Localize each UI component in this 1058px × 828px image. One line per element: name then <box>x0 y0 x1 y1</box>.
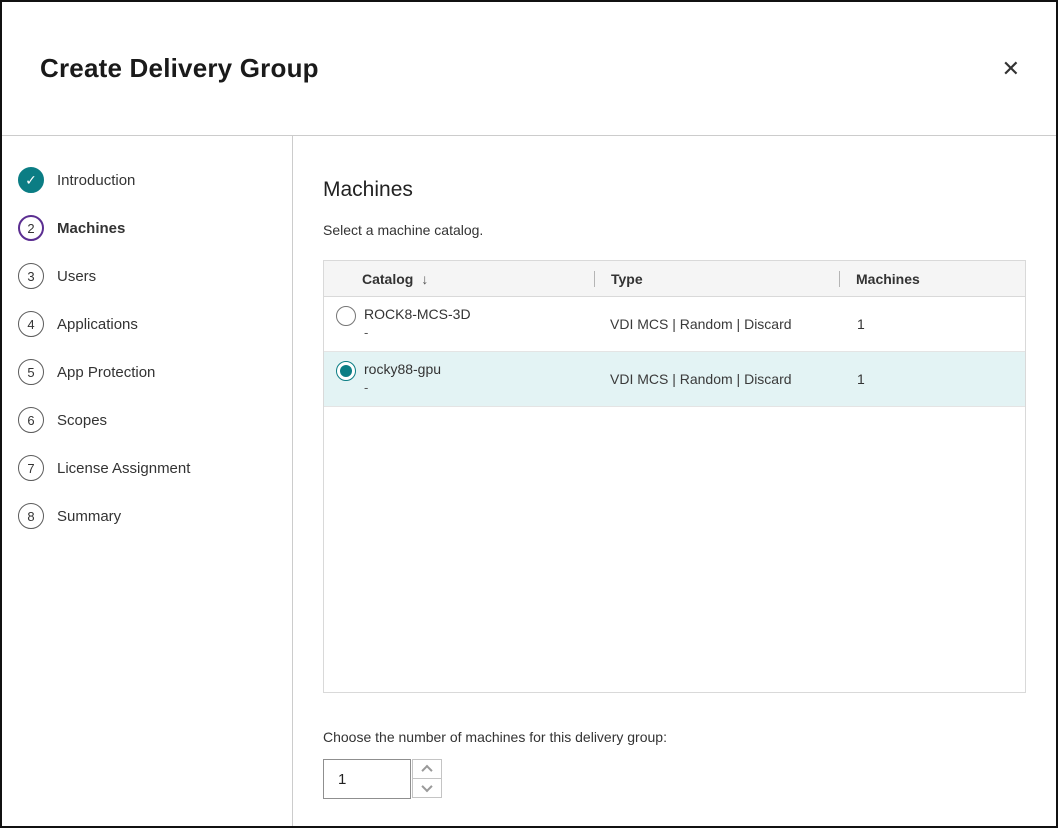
catalog-type-cell: VDI MCS | Random | Discard <box>594 352 839 406</box>
step-label: Summary <box>57 508 121 525</box>
catalog-detail: - <box>364 324 471 342</box>
step-label: License Assignment <box>57 460 190 477</box>
column-label: Machines <box>856 271 920 287</box>
step-label: Users <box>57 268 96 285</box>
step-app-protection[interactable]: 5 App Protection <box>18 348 292 396</box>
machines-panel: Machines Select a machine catalog. Catal… <box>293 136 1056 826</box>
step-license-assignment[interactable]: 7 License Assignment <box>18 444 292 492</box>
column-header-type: Type <box>594 261 839 296</box>
chevron-up-icon <box>421 765 432 776</box>
sort-descending-icon: ↓ <box>421 271 428 287</box>
step-number: 3 <box>18 263 44 289</box>
table-row-rocky88-gpu[interactable]: rocky88-gpu - VDI MCS | Random | Discard… <box>324 352 1025 407</box>
step-machines[interactable]: 2 Machines <box>18 204 292 252</box>
instruction-text: Select a machine catalog. <box>323 222 1026 238</box>
catalog-cell: ROCK8-MCS-3D - <box>324 297 594 351</box>
machine-count-section: Choose the number of machines for this d… <box>323 729 1026 799</box>
close-button[interactable]: ✕ <box>996 52 1026 86</box>
step-completed-check-icon: ✓ <box>18 167 44 193</box>
step-label: Scopes <box>57 412 107 429</box>
step-label: Machines <box>57 220 125 237</box>
step-number: 4 <box>18 311 44 337</box>
dialog-body: ✓ Introduction 2 Machines 3 Users 4 Appl… <box>2 136 1056 826</box>
step-applications[interactable]: 4 Applications <box>18 300 292 348</box>
step-number: 6 <box>18 407 44 433</box>
catalog-type-cell: VDI MCS | Random | Discard <box>594 297 839 351</box>
table-empty-area <box>324 407 1025 692</box>
step-number: 2 <box>18 215 44 241</box>
machine-count-input[interactable] <box>323 759 411 799</box>
machine-count-stepper <box>323 759 1026 799</box>
step-label: Introduction <box>57 172 135 189</box>
step-label: Applications <box>57 316 138 333</box>
machine-count-cell: 1 <box>839 297 1025 351</box>
step-introduction[interactable]: ✓ Introduction <box>18 156 292 204</box>
step-number: 7 <box>18 455 44 481</box>
decrement-button[interactable] <box>412 778 442 798</box>
chevron-down-icon <box>421 781 432 792</box>
table-header: Catalog ↓ Type Machines <box>324 261 1025 297</box>
step-number: 5 <box>18 359 44 385</box>
dialog-header: Create Delivery Group ✕ <box>2 2 1056 136</box>
close-icon: ✕ <box>1002 56 1020 81</box>
catalog-name: rocky88-gpu <box>364 360 441 379</box>
create-delivery-group-dialog: Create Delivery Group ✕ ✓ Introduction 2… <box>0 0 1058 828</box>
column-label: Catalog <box>362 271 413 287</box>
step-number: 8 <box>18 503 44 529</box>
page-title: Machines <box>323 178 1026 202</box>
column-header-machines: Machines <box>839 261 1025 296</box>
step-label: App Protection <box>57 364 155 381</box>
wizard-steps-sidebar: ✓ Introduction 2 Machines 3 Users 4 Appl… <box>2 136 293 826</box>
machine-catalog-table: Catalog ↓ Type Machines <box>323 260 1026 693</box>
radio-unselected[interactable] <box>336 306 356 326</box>
column-label: Type <box>611 271 643 287</box>
step-scopes[interactable]: 6 Scopes <box>18 396 292 444</box>
machine-count-cell: 1 <box>839 352 1025 406</box>
increment-button[interactable] <box>412 759 442 779</box>
step-users[interactable]: 3 Users <box>18 252 292 300</box>
table-row-rock8-mcs-3d[interactable]: ROCK8-MCS-3D - VDI MCS | Random | Discar… <box>324 297 1025 352</box>
column-header-catalog[interactable]: Catalog ↓ <box>324 261 594 296</box>
catalog-cell: rocky88-gpu - <box>324 352 594 406</box>
catalog-name: ROCK8-MCS-3D <box>364 305 471 324</box>
radio-selected[interactable] <box>336 361 356 381</box>
step-summary[interactable]: 8 Summary <box>18 492 292 540</box>
dialog-title: Create Delivery Group <box>40 53 319 84</box>
catalog-detail: - <box>364 379 441 397</box>
column-divider <box>839 271 840 287</box>
column-divider <box>594 271 595 287</box>
machine-count-label: Choose the number of machines for this d… <box>323 729 1026 745</box>
